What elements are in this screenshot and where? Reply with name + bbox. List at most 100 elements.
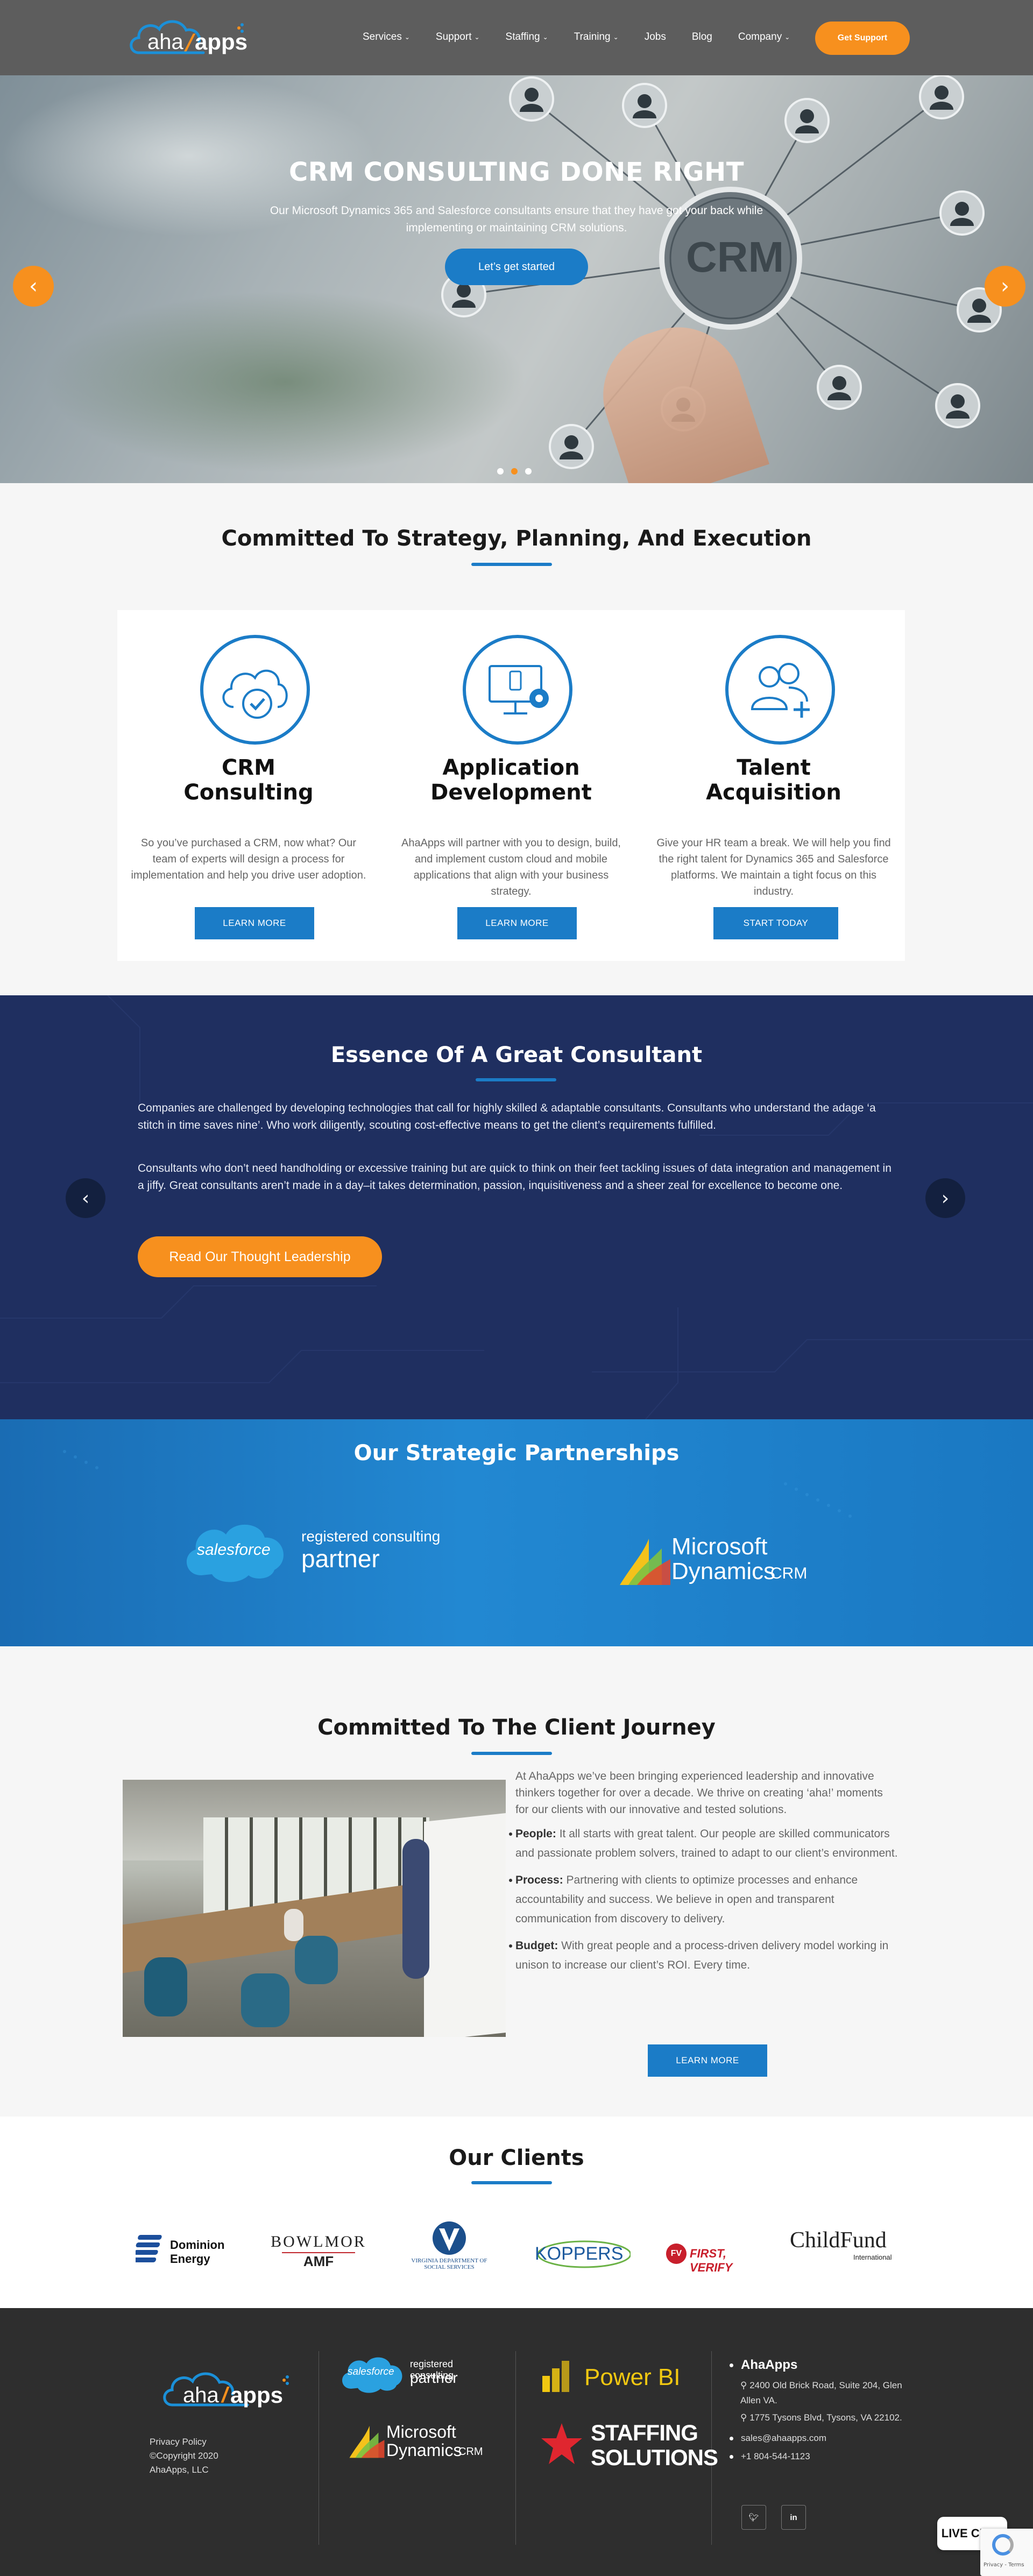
card-description: So you’ve purchased a CRM, now what? Our… <box>131 837 366 881</box>
powerbi-bars-icon <box>542 2361 569 2392</box>
email-link[interactable]: sales@ahaapps.com <box>741 2433 826 2444</box>
staffing-line2: SOLUTIONS <box>591 2445 718 2470</box>
footer-logo[interactable]: aha / apps <box>161 2362 291 2416</box>
nav-item-training[interactable]: Training ⌄ <box>561 27 632 47</box>
chevron-down-icon: ⌄ <box>784 33 790 41</box>
card-title-line1: CRM <box>222 755 275 780</box>
slider-dot-2[interactable] <box>511 468 518 475</box>
chevron-down-icon: ⌄ <box>404 33 410 41</box>
salesforce-partner-logo[interactable]: salesforce registered consulting partner <box>180 1516 449 1586</box>
virginia-line1: VIRGINIA DEPARTMENT OF <box>411 2257 487 2264</box>
copyright-text: ©Copyright 2020 AhaApps, LLC <box>150 2451 218 2475</box>
strategy-title: Committed To Strategy, Planning, And Exe… <box>221 526 812 551</box>
recaptcha-badge[interactable]: Privacy - Terms <box>980 2529 1033 2576</box>
logo-koppers[interactable]: KOPPERS <box>533 2238 631 2270</box>
logo-childfund[interactable]: ChildFund International <box>790 2227 908 2265</box>
person-node-icon <box>817 365 862 410</box>
dynamics-flag-icon <box>620 1539 670 1585</box>
virginia-v-icon <box>433 2221 466 2255</box>
journey-learn-more-button[interactable]: LEARN MORE <box>648 2044 767 2077</box>
footer-sf-line2: partner <box>410 2369 458 2386</box>
card-title-line2: Development <box>430 780 592 805</box>
recaptcha-terms[interactable]: Privacy - Terms <box>984 2562 1024 2568</box>
hero-description: Our Microsoft Dynamics 365 and Salesforc… <box>270 204 763 234</box>
microsoft-dynamics-logo[interactable]: Microsoft Dynamics CRM <box>615 1533 820 1593</box>
childfund-line1: ChildFund <box>790 2228 887 2253</box>
person-node-icon <box>919 75 964 119</box>
nav-item-staffing[interactable]: Staffing ⌄ <box>493 27 561 47</box>
card-icon-circle <box>725 635 835 745</box>
logo-slash: / <box>186 30 194 55</box>
childfund-line2: International <box>853 2253 892 2261</box>
chevron-down-icon: ⌄ <box>613 33 619 41</box>
red-star-icon <box>541 2423 582 2464</box>
dominion-stripes-icon <box>136 2235 162 2262</box>
appdev-learn-more-button[interactable]: LEARN MORE <box>457 907 577 939</box>
get-started-button[interactable]: Let’s get started <box>445 249 588 285</box>
cloud-check-icon <box>222 669 288 719</box>
start-today-button[interactable]: START TODAY <box>713 907 838 939</box>
logo-virginia-dss[interactable]: VIRGINIA DEPARTMENT OF SOCIAL SERVICES <box>398 2221 500 2280</box>
essence-prev-arrow[interactable]: ‹ <box>66 1178 105 1218</box>
footer-ms-line1: Microsoft <box>386 2422 456 2441</box>
powerbi-wordmark: Power BI <box>584 2364 681 2390</box>
salesforce-wordmark: salesforce <box>348 2366 394 2377</box>
thought-leadership-button[interactable]: Read Our Thought Leadership <box>138 1236 382 1277</box>
footer-contact: AhaApps ⚲ 2400 Old Brick Road, Suite 204… <box>730 2358 912 2462</box>
footer-powerbi-logo: Power BI <box>540 2360 702 2397</box>
site-header: aha / apps Services ⌄ Support ⌄ Staffing ⌄ Tra… <box>0 0 1033 75</box>
bullet-budget: Budget: With great people and a process-… <box>509 1936 898 1975</box>
main-nav: Services ⌄ Support ⌄ Staffing ⌄ Training ⌄ Jobs B… <box>350 27 803 47</box>
essence-next-arrow[interactable]: › <box>925 1178 965 1218</box>
logo-apps-text: apps <box>230 2382 284 2408</box>
essence-title: Essence Of A Great Consultant <box>330 1043 703 1067</box>
logo-dominion-energy[interactable]: Dominion Energy <box>136 2233 236 2270</box>
linkedin-icon[interactable]: in <box>781 2505 806 2530</box>
logo-first-verify[interactable]: FV FIRST, VERIFY <box>666 2240 765 2274</box>
nav-item-support[interactable]: Support ⌄ <box>423 27 493 47</box>
bullet-label: Process: <box>515 1874 563 1886</box>
essence-paragraph-1: Companies are challenged by developing t… <box>138 1102 876 1131</box>
nav-item-services[interactable]: Services ⌄ <box>350 27 423 47</box>
nav-label: Company <box>738 31 782 43</box>
card-title-line1: Application <box>442 755 580 780</box>
hero-title: CRM CONSULTING DONE RIGHT <box>289 157 744 187</box>
phone-link[interactable]: +1 804-544-1123 <box>741 2451 810 2462</box>
person-node-icon <box>622 83 667 128</box>
nav-item-blog[interactable]: Blog <box>679 27 725 47</box>
nav-item-company[interactable]: Company ⌄ <box>725 27 803 47</box>
twitter-icon[interactable]: 🐦︎ <box>741 2505 766 2530</box>
salesforce-wordmark: salesforce <box>197 1541 271 1559</box>
logo-aha-text: aha <box>147 30 183 54</box>
slider-dot-1[interactable] <box>497 468 504 475</box>
nav-label: Staffing <box>505 31 540 43</box>
address-1: 2400 Old Brick Road, Suite 204, Glen All… <box>740 2380 902 2405</box>
partnerships-title: Our Strategic Partnerships <box>353 1441 680 1466</box>
crm-learn-more-button[interactable]: LEARN MORE <box>195 907 314 939</box>
ahaapps-logo[interactable]: aha / apps <box>128 12 247 63</box>
monitor-gear-icon <box>489 665 549 714</box>
card-crm-consulting: CRM Consulting So you’ve purchased a CRM,… <box>117 610 380 961</box>
card-title-line2: Consulting <box>183 780 314 805</box>
staffing-line1: STAFFING <box>591 2420 698 2445</box>
hero-prev-arrow[interactable]: ‹ <box>13 266 54 307</box>
hero-next-arrow[interactable]: › <box>985 266 1025 307</box>
partnerships-section: Our Strategic Partnerships salesforce re… <box>0 1419 1033 1646</box>
slider-dot-3[interactable] <box>525 468 532 475</box>
logo-bowlmor-amf[interactable]: BOWLMOR AMF <box>269 2233 368 2270</box>
fv-badge-icon: FV <box>666 2244 687 2264</box>
card-icon-circle <box>200 635 310 745</box>
get-support-button[interactable]: Get Support <box>815 22 910 55</box>
chevron-left-icon: ‹ <box>81 1187 90 1209</box>
card-icon-circle <box>463 635 572 745</box>
footer-dynamics-logo: Microsoft Dynamics CRM <box>346 2419 503 2467</box>
nav-label: Training <box>574 31 611 43</box>
journey-bullets: People: It all starts with great talent.… <box>509 1824 898 1975</box>
person-node-icon <box>784 98 830 143</box>
bowlmor-line2: AMF <box>282 2252 355 2270</box>
chevron-right-icon: › <box>941 1187 950 1209</box>
nav-label: Services <box>363 31 402 43</box>
privacy-policy-link[interactable]: Privacy Policy <box>150 2435 207 2449</box>
dominion-line2: Energy <box>170 2252 210 2266</box>
nav-item-jobs[interactable]: Jobs <box>632 27 679 47</box>
